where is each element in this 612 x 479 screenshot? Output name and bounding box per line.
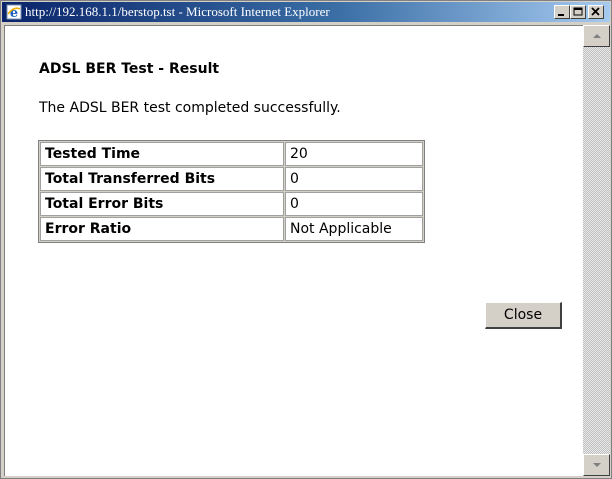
window-title: http://192.168.1.1/berstop.tst - Microso… [25,4,330,19]
scroll-up-button[interactable] [583,25,610,47]
tested-time-label: Tested Time [40,142,284,166]
total-transferred-bits-label: Total Transferred Bits [40,167,284,191]
close-window-button[interactable] [588,5,604,19]
total-transferred-bits-value: 0 [285,167,423,191]
scroll-down-button[interactable] [583,454,610,476]
page-title: ADSL BER Test - Result [39,61,220,77]
browser-popup-window: e http://192.168.1.1/berstop.tst - Micro… [0,0,612,479]
close-button[interactable]: Close [485,302,562,329]
error-ratio-label: Error Ratio [40,217,284,241]
arrow-up-icon [593,34,601,38]
minimize-button[interactable] [554,5,570,19]
maximize-icon [573,7,583,16]
total-error-bits-label: Total Error Bits [40,192,284,216]
arrow-down-icon [593,463,601,467]
result-table: Tested Time 20 Total Transferred Bits 0 … [38,140,425,243]
maximize-button[interactable] [570,5,586,19]
tested-time-value: 20 [285,142,423,166]
error-ratio-value: Not Applicable [285,217,423,241]
vertical-scrollbar[interactable] [583,25,610,476]
table-row: Total Error Bits 0 [40,192,423,216]
internet-explorer-icon: e [6,4,22,21]
title-bar[interactable]: e http://192.168.1.1/berstop.tst - Micro… [2,2,610,22]
status-message: The ADSL BER test completed successfully… [39,100,341,116]
table-row: Error Ratio Not Applicable [40,217,423,241]
table-row: Tested Time 20 [40,142,423,166]
total-error-bits-value: 0 [285,192,423,216]
table-row: Total Transferred Bits 0 [40,167,423,191]
close-icon [591,7,600,16]
page-content: ADSL BER Test - Result The ADSL BER test… [4,25,583,476]
minimize-icon [558,14,564,16]
